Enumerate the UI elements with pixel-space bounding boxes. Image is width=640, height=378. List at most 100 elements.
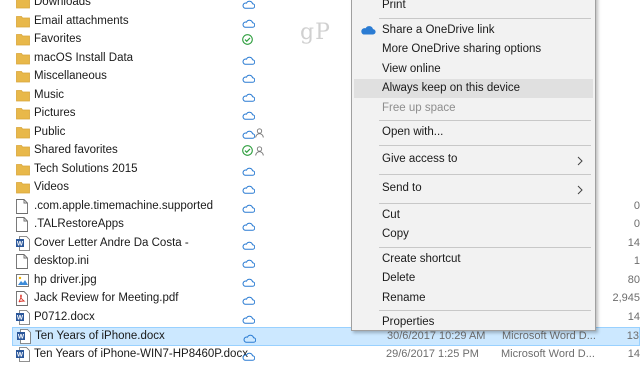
file-row[interactable]: W Ten Years of iPhone-WIN7-HP8460P.docx 29… xyxy=(12,346,640,365)
menu-item-give-access-to[interactable]: Give access to xyxy=(354,148,593,172)
menu-item-label: Give access to xyxy=(382,152,458,165)
menu-item-label: Print xyxy=(382,0,406,11)
file-size: 14 xyxy=(627,236,640,249)
menu-item-send-to[interactable]: Send to xyxy=(354,177,593,201)
file-name: Favorites xyxy=(34,33,82,45)
cloud-icon xyxy=(242,54,256,68)
folder-icon xyxy=(16,0,30,11)
file-name: Downloads xyxy=(34,0,91,8)
menu-separator xyxy=(379,17,591,19)
cloud-icon xyxy=(242,109,256,123)
menu-item-label: Share a OneDrive link xyxy=(382,23,495,36)
folder-icon xyxy=(16,125,30,141)
folder-icon xyxy=(16,51,30,67)
menu-item-create-shortcut[interactable]: Create shortcut xyxy=(354,250,593,269)
menu-item-share-a-onedrive-link[interactable]: Share a OneDrive link xyxy=(354,21,593,40)
pdf-file-icon xyxy=(16,291,30,307)
sync-status xyxy=(242,70,282,84)
menu-item-label: Send to xyxy=(382,181,422,194)
cloud-icon xyxy=(242,350,256,364)
menu-separator xyxy=(379,173,591,175)
menu-item-label: Create shortcut xyxy=(382,252,461,265)
file-name: Pictures xyxy=(34,107,76,119)
sync-status xyxy=(242,292,282,306)
sync-status xyxy=(242,181,282,195)
menu-item-label: Properties xyxy=(382,316,435,328)
menu-separator xyxy=(379,120,591,121)
shared-person-icon xyxy=(255,145,264,159)
sync-status xyxy=(242,144,282,158)
menu-item-open-with[interactable]: Open with... xyxy=(354,123,593,142)
file-name: Email attachments xyxy=(34,14,129,27)
sync-status xyxy=(242,89,282,103)
cloud-icon xyxy=(242,276,256,290)
sync-status xyxy=(242,0,282,10)
file-name: Tech Solutions 2015 xyxy=(34,162,138,175)
sync-status xyxy=(242,107,282,121)
file-type: Microsoft Word D... xyxy=(501,347,595,360)
menu-separator xyxy=(379,144,591,146)
menu-item-copy[interactable]: Copy xyxy=(354,225,593,244)
menu-item-label: Delete xyxy=(382,272,416,284)
cloud-icon xyxy=(242,128,256,142)
word-document-icon: W xyxy=(16,309,30,326)
menu-item-properties[interactable]: Properties xyxy=(354,313,593,332)
svg-text:W: W xyxy=(18,334,25,341)
menu-item-always-keep-on-this-device[interactable]: Always keep on this device xyxy=(354,79,593,98)
file-name: Jack Review for Meeting.pdf xyxy=(34,292,179,304)
file-name: Cover Letter Andre Da Costa - xyxy=(34,236,189,249)
menu-item-cut[interactable]: Cut xyxy=(354,206,593,225)
file-name: P0712.docx xyxy=(34,310,95,323)
sync-status xyxy=(242,255,282,269)
file-name: Ten Years of iPhone-WIN7-HP8460P.docx xyxy=(34,347,248,360)
menu-separator xyxy=(379,246,591,248)
file-size: 80 xyxy=(627,273,640,286)
synced-check-icon xyxy=(242,145,253,159)
menu-item-free-up-space: Free up space xyxy=(354,99,593,118)
sync-status xyxy=(242,348,282,362)
svg-text:W: W xyxy=(17,351,24,358)
menu-item-label: Copy xyxy=(382,228,409,240)
folder-icon xyxy=(16,106,30,122)
cloud-icon xyxy=(242,239,256,253)
cloud-icon xyxy=(242,165,256,179)
folder-icon xyxy=(16,162,30,178)
sync-status xyxy=(242,15,282,29)
file-name: hp driver.jpg xyxy=(34,273,97,286)
cloud-icon xyxy=(242,220,256,234)
file-size: 1 xyxy=(633,255,640,267)
sync-status xyxy=(242,200,282,214)
file-size: 13 xyxy=(626,330,639,342)
menu-item-label: Rename xyxy=(382,291,426,304)
folder-icon xyxy=(16,180,30,196)
cloud-icon xyxy=(242,202,256,216)
word-document-icon: W xyxy=(16,346,30,363)
sync-status xyxy=(242,126,282,140)
cloud-icon xyxy=(242,294,256,308)
cloud-icon xyxy=(242,0,256,12)
menu-item-rename[interactable]: Rename xyxy=(354,289,593,308)
menu-item-label: Cut xyxy=(382,208,400,221)
cloud-icon xyxy=(243,332,257,346)
file-name: desktop.ini xyxy=(34,255,89,267)
file-icon xyxy=(16,198,30,215)
menu-item-view-online[interactable]: View online xyxy=(354,60,593,79)
menu-item-print[interactable]: Print xyxy=(354,0,593,15)
sync-status xyxy=(242,311,282,325)
menu-item-label: View online xyxy=(382,62,441,75)
menu-item-more-onedrive-sharing-options[interactable]: More OneDrive sharing options xyxy=(354,40,593,59)
cloud-icon xyxy=(242,72,256,86)
file-modified: 29/6/2017 1:25 PM xyxy=(386,347,479,360)
folder-icon xyxy=(16,69,30,85)
shared-person-icon xyxy=(255,127,264,141)
file-size: 2,945 xyxy=(612,292,640,304)
watermark-logo: gP xyxy=(300,20,331,45)
menu-separator xyxy=(379,202,591,204)
cloud-icon xyxy=(242,91,256,105)
file-name: Miscellaneous xyxy=(34,70,107,82)
cloud-icon xyxy=(242,183,256,197)
file-icon xyxy=(16,217,30,233)
menu-item-delete[interactable]: Delete xyxy=(354,269,593,288)
context-menu: Print Share a OneDrive link More OneDrive … xyxy=(351,0,596,331)
cloud-icon xyxy=(242,17,256,31)
